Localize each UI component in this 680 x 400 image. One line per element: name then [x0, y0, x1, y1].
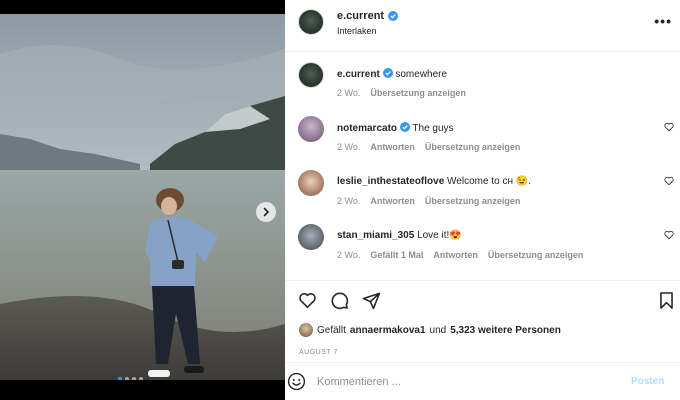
- reply-button[interactable]: Antworten: [370, 142, 415, 152]
- instagram-post-window: e.current Interlaken ••• e.current somew…: [0, 0, 680, 400]
- post-button[interactable]: Posten: [631, 376, 664, 387]
- comment-composer: Posten: [285, 362, 680, 400]
- translate-button[interactable]: Übersetzung anzeigen: [488, 250, 584, 260]
- avatar[interactable]: [298, 170, 324, 196]
- comment-meta: 2 Wo. Gefällt 1 Mal Antworten Übersetzun…: [337, 250, 583, 260]
- post-header: e.current Interlaken •••: [285, 0, 680, 52]
- comment-time[interactable]: 2 Wo.: [337, 250, 360, 260]
- comment-text: stan_miami_305 Love it!😍: [337, 230, 462, 241]
- translate-button[interactable]: Übersetzung anzeigen: [425, 196, 521, 206]
- like-heart-icon[interactable]: [664, 230, 674, 240]
- carousel-next-button[interactable]: [256, 202, 276, 222]
- comment-meta: 2 Wo. Übersetzung anzeigen: [337, 88, 466, 98]
- liker-avatar[interactable]: [299, 323, 313, 337]
- post-date[interactable]: AUGUST 7: [299, 349, 338, 356]
- author-username[interactable]: e.current: [337, 10, 384, 22]
- post-sidebar: e.current Interlaken ••• e.current somew…: [285, 0, 680, 400]
- reply-button[interactable]: Antworten: [370, 196, 415, 206]
- carousel-dot: [132, 377, 136, 380]
- comment-username[interactable]: stan_miami_305: [337, 230, 414, 241]
- comment-body: Love it!😍: [417, 230, 462, 241]
- comment-time[interactable]: 2 Wo.: [337, 196, 360, 206]
- comment-text: leslie_inthestateoflove Welcome to ᴄʜ 😉.: [337, 176, 531, 187]
- comment-time[interactable]: 2 Wo.: [337, 142, 360, 152]
- like-heart-icon[interactable]: [664, 122, 674, 132]
- carousel-dot: [139, 377, 143, 380]
- avatar[interactable]: [298, 224, 324, 250]
- bookmark-icon[interactable]: [657, 291, 676, 310]
- comment-icon[interactable]: [330, 291, 349, 310]
- verified-badge-icon: [388, 11, 399, 21]
- likes-summary: Gefällt annaermakova1 und 5,323 weitere …: [299, 323, 561, 337]
- carousel-dot: [118, 377, 122, 380]
- comments-list: e.current somewhere 2 Wo. Übersetzung an…: [285, 52, 680, 280]
- carousel-dot: [125, 377, 129, 380]
- comment-body: Welcome to ᴄʜ 😉.: [447, 176, 531, 187]
- verified-badge-icon: [399, 122, 410, 132]
- comment-username[interactable]: notemarcato: [337, 123, 397, 134]
- author-name[interactable]: e.current: [337, 10, 399, 22]
- author-avatar[interactable]: [298, 9, 324, 35]
- comment-text: e.current somewhere: [337, 68, 447, 80]
- avatar[interactable]: [298, 116, 324, 142]
- more-options-icon[interactable]: •••: [654, 13, 672, 29]
- like-heart-icon[interactable]: [298, 291, 317, 310]
- reply-button[interactable]: Antworten: [433, 250, 478, 260]
- comment-likes-count[interactable]: Gefällt 1 Mal: [370, 250, 423, 260]
- likes-count-link[interactable]: 5,323 weitere Personen: [450, 325, 561, 336]
- post-photo: [0, 14, 285, 380]
- comment-meta: 2 Wo. Antworten Übersetzung anzeigen: [337, 142, 520, 152]
- share-send-icon[interactable]: [362, 291, 381, 310]
- comment-meta: 2 Wo. Antworten Übersetzung anzeigen: [337, 196, 520, 206]
- translate-button[interactable]: Übersetzung anzeigen: [370, 88, 466, 98]
- post-media[interactable]: [0, 14, 285, 380]
- carousel-dots: [118, 377, 143, 380]
- translate-button[interactable]: Übersetzung anzeigen: [425, 142, 521, 152]
- comment-body: somewhere: [395, 69, 448, 80]
- comment-body: The guys: [412, 123, 454, 134]
- comment-input[interactable]: [317, 372, 617, 392]
- comment-text: notemarcato The guys: [337, 122, 454, 134]
- comment-time[interactable]: 2 Wo.: [337, 88, 360, 98]
- comment-username[interactable]: e.current: [337, 69, 380, 80]
- chevron-right-icon: [263, 207, 270, 217]
- comment-username[interactable]: leslie_inthestateoflove: [337, 176, 444, 187]
- liker-username[interactable]: annaermakova1: [350, 325, 426, 336]
- likes-prefix: Gefällt: [317, 324, 346, 336]
- post-location[interactable]: Interlaken: [337, 26, 377, 36]
- emoji-icon[interactable]: [287, 372, 306, 391]
- like-heart-icon[interactable]: [664, 176, 674, 186]
- likes-connector: und: [429, 324, 447, 336]
- avatar[interactable]: [298, 62, 324, 88]
- verified-badge-icon: [382, 68, 393, 78]
- action-bar: [285, 280, 680, 320]
